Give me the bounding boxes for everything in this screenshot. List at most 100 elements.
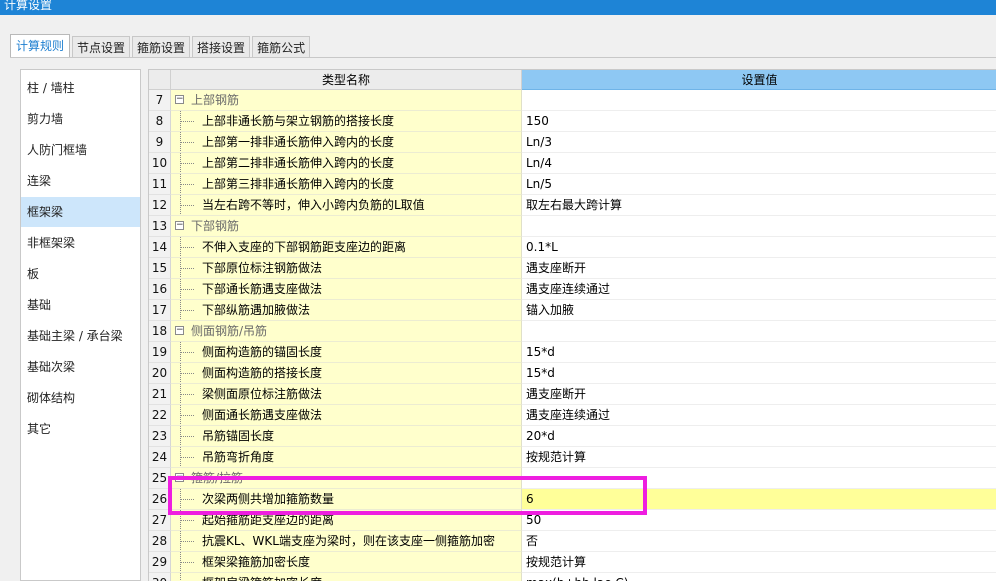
- table-row[interactable]: 22 侧面通长筋遇支座做法 遇支座连续通过: [149, 405, 996, 426]
- row-number[interactable]: 25: [149, 468, 171, 489]
- row-value-cell[interactable]: 否: [522, 531, 996, 552]
- row-number[interactable]: 30: [149, 573, 171, 581]
- sidebar-item-civil-defense-door-frame[interactable]: 人防门框墙: [21, 135, 140, 165]
- row-name-cell[interactable]: 当左右跨不等时，伸入小跨内负筋的L取值: [171, 195, 522, 216]
- table-row[interactable]: 12 当左右跨不等时，伸入小跨内负筋的L取值 取左右最大跨计算: [149, 195, 996, 216]
- row-value-cell[interactable]: max(b+hb,lae,C): [522, 573, 996, 581]
- sidebar-item-other[interactable]: 其它: [21, 414, 140, 444]
- row-value-cell[interactable]: 遇支座连续通过: [522, 405, 996, 426]
- row-name-cell[interactable]: − 下部钢筋: [171, 216, 522, 237]
- group-row[interactable]: 7− 上部钢筋: [149, 90, 996, 111]
- group-row[interactable]: 25− 箍筋/拉筋: [149, 468, 996, 489]
- row-name-cell[interactable]: 次梁两侧共增加箍筋数量: [171, 489, 522, 510]
- table-row[interactable]: 23 吊筋锚固长度 20*d: [149, 426, 996, 447]
- row-number[interactable]: 8: [149, 111, 171, 132]
- row-number[interactable]: 29: [149, 552, 171, 573]
- row-number[interactable]: 12: [149, 195, 171, 216]
- row-number[interactable]: 14: [149, 237, 171, 258]
- table-row[interactable]: 26 次梁两侧共增加箍筋数量 6: [149, 489, 996, 510]
- row-value-cell[interactable]: Ln/3: [522, 132, 996, 153]
- row-name-cell[interactable]: 起始箍筋距支座边的距离: [171, 510, 522, 531]
- row-name-cell[interactable]: 侧面构造筋的锚固长度: [171, 342, 522, 363]
- table-row[interactable]: 11 上部第三排非通长筋伸入跨内的长度 Ln/5: [149, 174, 996, 195]
- row-number[interactable]: 11: [149, 174, 171, 195]
- row-number[interactable]: 27: [149, 510, 171, 531]
- row-value-cell[interactable]: [522, 216, 996, 237]
- sidebar-item-slab[interactable]: 板: [21, 259, 140, 289]
- row-name-cell[interactable]: − 箍筋/拉筋: [171, 468, 522, 489]
- row-value-cell[interactable]: 150: [522, 111, 996, 132]
- row-name-cell[interactable]: 吊筋弯折角度: [171, 447, 522, 468]
- group-row[interactable]: 18− 侧面钢筋/吊筋: [149, 321, 996, 342]
- table-row[interactable]: 8 上部非通长筋与架立钢筋的搭接长度 150: [149, 111, 996, 132]
- sidebar-item-foundation[interactable]: 基础: [21, 290, 140, 320]
- grid-header-name[interactable]: 类型名称: [171, 70, 522, 90]
- sidebar-item-column[interactable]: 柱 / 墙柱: [21, 73, 140, 103]
- row-number[interactable]: 19: [149, 342, 171, 363]
- row-name-cell[interactable]: 框架扁梁箍筋加密长度: [171, 573, 522, 581]
- table-row[interactable]: 17 下部纵筋遇加腋做法 锚入加腋: [149, 300, 996, 321]
- row-value-cell[interactable]: [522, 468, 996, 489]
- row-number[interactable]: 23: [149, 426, 171, 447]
- table-row[interactable]: 28 抗震KL、WKL端支座为梁时，则在该支座一侧箍筋加密 否: [149, 531, 996, 552]
- row-value-cell[interactable]: [522, 321, 996, 342]
- tab-node-settings[interactable]: 节点设置: [72, 36, 131, 58]
- collapse-icon[interactable]: −: [175, 326, 184, 335]
- table-row[interactable]: 27 起始箍筋距支座边的距离 50: [149, 510, 996, 531]
- table-row[interactable]: 16 下部通长筋遇支座做法 遇支座连续通过: [149, 279, 996, 300]
- row-name-cell[interactable]: 侧面通长筋遇支座做法: [171, 405, 522, 426]
- table-row[interactable]: 29 框架梁箍筋加密长度 按规范计算: [149, 552, 996, 573]
- row-name-cell[interactable]: 下部纵筋遇加腋做法: [171, 300, 522, 321]
- row-number[interactable]: 13: [149, 216, 171, 237]
- tab-calc-rules[interactable]: 计算规则: [10, 34, 71, 58]
- row-value-cell[interactable]: 遇支座断开: [522, 384, 996, 405]
- sidebar-item-shear-wall[interactable]: 剪力墙: [21, 104, 140, 134]
- row-number[interactable]: 16: [149, 279, 171, 300]
- row-value-cell[interactable]: 50: [522, 510, 996, 531]
- table-row[interactable]: 14 不伸入支座的下部钢筋距支座边的距离 0.1*L: [149, 237, 996, 258]
- row-number[interactable]: 28: [149, 531, 171, 552]
- row-name-cell[interactable]: 下部通长筋遇支座做法: [171, 279, 522, 300]
- sidebar-item-non-frame-beam[interactable]: 非框架梁: [21, 228, 140, 258]
- sidebar-item-masonry[interactable]: 砌体结构: [21, 383, 140, 413]
- row-value-cell[interactable]: 遇支座连续通过: [522, 279, 996, 300]
- row-value-cell[interactable]: 按规范计算: [522, 552, 996, 573]
- row-number[interactable]: 26: [149, 489, 171, 510]
- row-name-cell[interactable]: 侧面构造筋的搭接长度: [171, 363, 522, 384]
- tab-stirrup-formula[interactable]: 箍筋公式: [252, 36, 311, 58]
- row-number[interactable]: 17: [149, 300, 171, 321]
- row-name-cell[interactable]: 上部第三排非通长筋伸入跨内的长度: [171, 174, 522, 195]
- tab-stirrup-settings[interactable]: 箍筋设置: [132, 36, 191, 58]
- table-row[interactable]: 9 上部第一排非通长筋伸入跨内的长度 Ln/3: [149, 132, 996, 153]
- row-value-cell[interactable]: 取左右最大跨计算: [522, 195, 996, 216]
- row-name-cell[interactable]: 不伸入支座的下部钢筋距支座边的距离: [171, 237, 522, 258]
- row-number[interactable]: 22: [149, 405, 171, 426]
- grid-header-corner[interactable]: [149, 70, 171, 90]
- sidebar-item-coupling-beam[interactable]: 连梁: [21, 166, 140, 196]
- row-number[interactable]: 15: [149, 258, 171, 279]
- row-number[interactable]: 20: [149, 363, 171, 384]
- table-row[interactable]: 20 侧面构造筋的搭接长度 15*d: [149, 363, 996, 384]
- row-name-cell[interactable]: − 侧面钢筋/吊筋: [171, 321, 522, 342]
- row-value-cell[interactable]: 6: [522, 489, 996, 510]
- row-number[interactable]: 9: [149, 132, 171, 153]
- table-row[interactable]: 15 下部原位标注钢筋做法 遇支座断开: [149, 258, 996, 279]
- row-name-cell[interactable]: 下部原位标注钢筋做法: [171, 258, 522, 279]
- tab-lap-settings[interactable]: 搭接设置: [192, 36, 251, 58]
- table-row[interactable]: 19 侧面构造筋的锚固长度 15*d: [149, 342, 996, 363]
- sidebar-item-foundation-secondary-beam[interactable]: 基础次梁: [21, 352, 140, 382]
- table-row[interactable]: 21 梁侧面原位标注筋做法 遇支座断开: [149, 384, 996, 405]
- table-row[interactable]: 24 吊筋弯折角度 按规范计算: [149, 447, 996, 468]
- row-value-cell[interactable]: 15*d: [522, 342, 996, 363]
- row-name-cell[interactable]: 抗震KL、WKL端支座为梁时，则在该支座一侧箍筋加密: [171, 531, 522, 552]
- collapse-icon[interactable]: −: [175, 95, 184, 104]
- row-value-cell[interactable]: [522, 90, 996, 111]
- collapse-icon[interactable]: −: [175, 473, 184, 482]
- row-name-cell[interactable]: 吊筋锚固长度: [171, 426, 522, 447]
- sidebar-item-foundation-main-beam[interactable]: 基础主梁 / 承台梁: [21, 321, 140, 351]
- row-name-cell[interactable]: 上部第一排非通长筋伸入跨内的长度: [171, 132, 522, 153]
- collapse-icon[interactable]: −: [175, 221, 184, 230]
- row-name-cell[interactable]: 梁侧面原位标注筋做法: [171, 384, 522, 405]
- row-name-cell[interactable]: 上部非通长筋与架立钢筋的搭接长度: [171, 111, 522, 132]
- row-value-cell[interactable]: 遇支座断开: [522, 258, 996, 279]
